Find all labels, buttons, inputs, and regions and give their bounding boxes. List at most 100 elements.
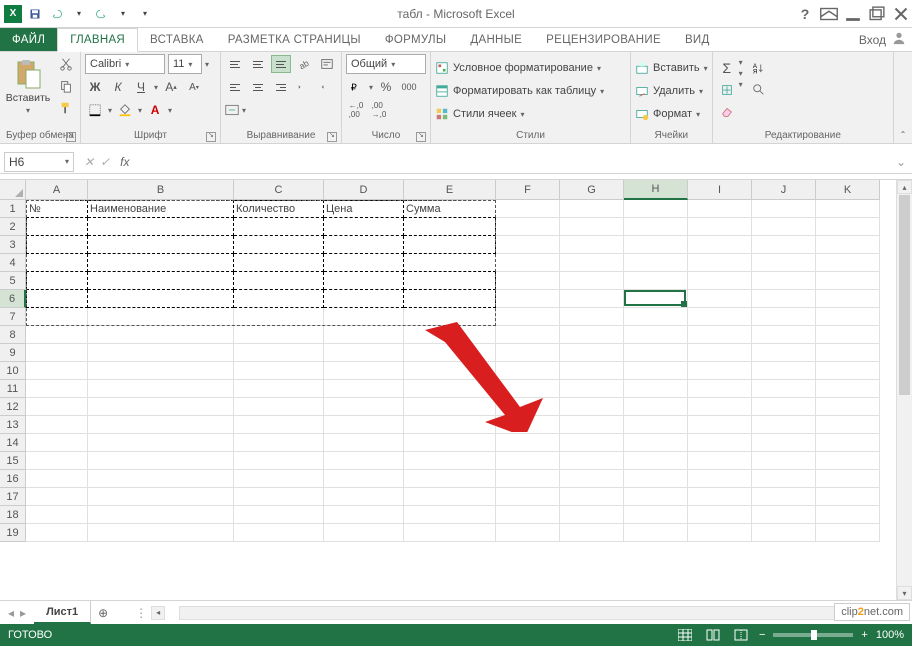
cell-H13[interactable]	[624, 416, 688, 434]
cell-J16[interactable]	[752, 470, 816, 488]
format-painter-icon[interactable]	[56, 98, 76, 118]
cell-H5[interactable]	[624, 272, 688, 290]
cell-K14[interactable]	[816, 434, 880, 452]
sheet-nav-prev-icon[interactable]: ◂	[8, 606, 14, 620]
cell-G2[interactable]	[560, 218, 624, 236]
column-header-A[interactable]: A	[26, 180, 88, 200]
cell-G16[interactable]	[560, 470, 624, 488]
zoom-out-button[interactable]: −	[759, 629, 765, 641]
normal-view-icon[interactable]	[675, 627, 695, 643]
redo-dropdown[interactable]: ▾	[114, 5, 132, 23]
row-header-19[interactable]: 19	[0, 524, 26, 542]
cells-area[interactable]: №НаименованиеКоличествоЦенаСумма	[26, 200, 896, 600]
column-header-E[interactable]: E	[404, 180, 496, 200]
cell-D1[interactable]: Цена	[324, 200, 404, 218]
cell-D18[interactable]	[324, 506, 404, 524]
cell-G5[interactable]	[560, 272, 624, 290]
cell-I16[interactable]	[688, 470, 752, 488]
cell-B10[interactable]	[88, 362, 234, 380]
cell-A6[interactable]	[26, 290, 88, 308]
row-header-9[interactable]: 9	[0, 344, 26, 362]
cell-F1[interactable]	[496, 200, 560, 218]
cell-K17[interactable]	[816, 488, 880, 506]
tab-insert[interactable]: ВСТАВКА	[138, 28, 216, 51]
sheet-tab-1[interactable]: Лист1	[34, 601, 91, 624]
increase-decimal-icon[interactable]: ←,0,00	[346, 100, 366, 120]
cell-J9[interactable]	[752, 344, 816, 362]
cell-I15[interactable]	[688, 452, 752, 470]
cell-B8[interactable]	[88, 326, 234, 344]
cell-C2[interactable]	[234, 218, 324, 236]
number-format-combo[interactable]: Общий▾	[346, 54, 426, 74]
cell-J6[interactable]	[752, 290, 816, 308]
cell-J7[interactable]	[752, 308, 816, 326]
row-header-11[interactable]: 11	[0, 380, 26, 398]
cell-D3[interactable]	[324, 236, 404, 254]
fill-color-icon[interactable]	[115, 100, 135, 120]
restore-icon[interactable]	[866, 3, 888, 25]
cell-A1[interactable]: №	[26, 200, 88, 218]
underline-button[interactable]: Ч	[131, 77, 151, 97]
cell-A14[interactable]	[26, 434, 88, 452]
cell-K8[interactable]	[816, 326, 880, 344]
cell-D2[interactable]	[324, 218, 404, 236]
cell-G13[interactable]	[560, 416, 624, 434]
cell-G12[interactable]	[560, 398, 624, 416]
row-header-4[interactable]: 4	[0, 254, 26, 272]
cell-E19[interactable]	[404, 524, 496, 542]
insert-cells-button[interactable]: Вставить▾	[635, 58, 708, 78]
horizontal-scrollbar[interactable]: ◂ ▸	[147, 601, 912, 624]
row-header-14[interactable]: 14	[0, 434, 26, 452]
column-header-F[interactable]: F	[496, 180, 560, 200]
cell-G3[interactable]	[560, 236, 624, 254]
cell-H16[interactable]	[624, 470, 688, 488]
cell-I13[interactable]	[688, 416, 752, 434]
row-header-3[interactable]: 3	[0, 236, 26, 254]
cell-A8[interactable]	[26, 326, 88, 344]
merge-icon[interactable]	[225, 100, 239, 120]
cut-icon[interactable]	[56, 54, 76, 74]
undo-dropdown[interactable]: ▾	[70, 5, 88, 23]
cell-J10[interactable]	[752, 362, 816, 380]
cell-F18[interactable]	[496, 506, 560, 524]
cell-D16[interactable]	[324, 470, 404, 488]
row-header-13[interactable]: 13	[0, 416, 26, 434]
cell-C4[interactable]	[234, 254, 324, 272]
cell-H11[interactable]	[624, 380, 688, 398]
cell-B18[interactable]	[88, 506, 234, 524]
cell-F17[interactable]	[496, 488, 560, 506]
cell-K3[interactable]	[816, 236, 880, 254]
cell-C5[interactable]	[234, 272, 324, 290]
align-bottom-icon[interactable]	[271, 55, 291, 73]
cell-H10[interactable]	[624, 362, 688, 380]
cell-F9[interactable]	[496, 344, 560, 362]
cell-K5[interactable]	[816, 272, 880, 290]
cell-B15[interactable]	[88, 452, 234, 470]
cell-H9[interactable]	[624, 344, 688, 362]
cell-A17[interactable]	[26, 488, 88, 506]
cell-K4[interactable]	[816, 254, 880, 272]
name-box[interactable]: H6▾	[4, 152, 74, 172]
row-header-17[interactable]: 17	[0, 488, 26, 506]
cell-B5[interactable]	[88, 272, 234, 290]
close-icon[interactable]	[890, 3, 912, 25]
cell-B3[interactable]	[88, 236, 234, 254]
cell-C18[interactable]	[234, 506, 324, 524]
cell-D11[interactable]	[324, 380, 404, 398]
cell-E3[interactable]	[404, 236, 496, 254]
increase-indent-icon[interactable]	[317, 77, 337, 97]
align-right-icon[interactable]	[271, 78, 291, 96]
enter-formula-icon[interactable]: ✓	[100, 155, 110, 169]
cell-I17[interactable]	[688, 488, 752, 506]
page-layout-view-icon[interactable]	[703, 627, 723, 643]
cell-C16[interactable]	[234, 470, 324, 488]
tab-review[interactable]: РЕЦЕНЗИРОВАНИЕ	[534, 28, 673, 51]
cell-G1[interactable]	[560, 200, 624, 218]
cell-H15[interactable]	[624, 452, 688, 470]
cell-E12[interactable]	[404, 398, 496, 416]
cell-K2[interactable]	[816, 218, 880, 236]
cell-G7[interactable]	[560, 308, 624, 326]
decrease-indent-icon[interactable]	[294, 77, 314, 97]
comma-icon[interactable]: 000	[399, 77, 419, 97]
cell-C15[interactable]	[234, 452, 324, 470]
